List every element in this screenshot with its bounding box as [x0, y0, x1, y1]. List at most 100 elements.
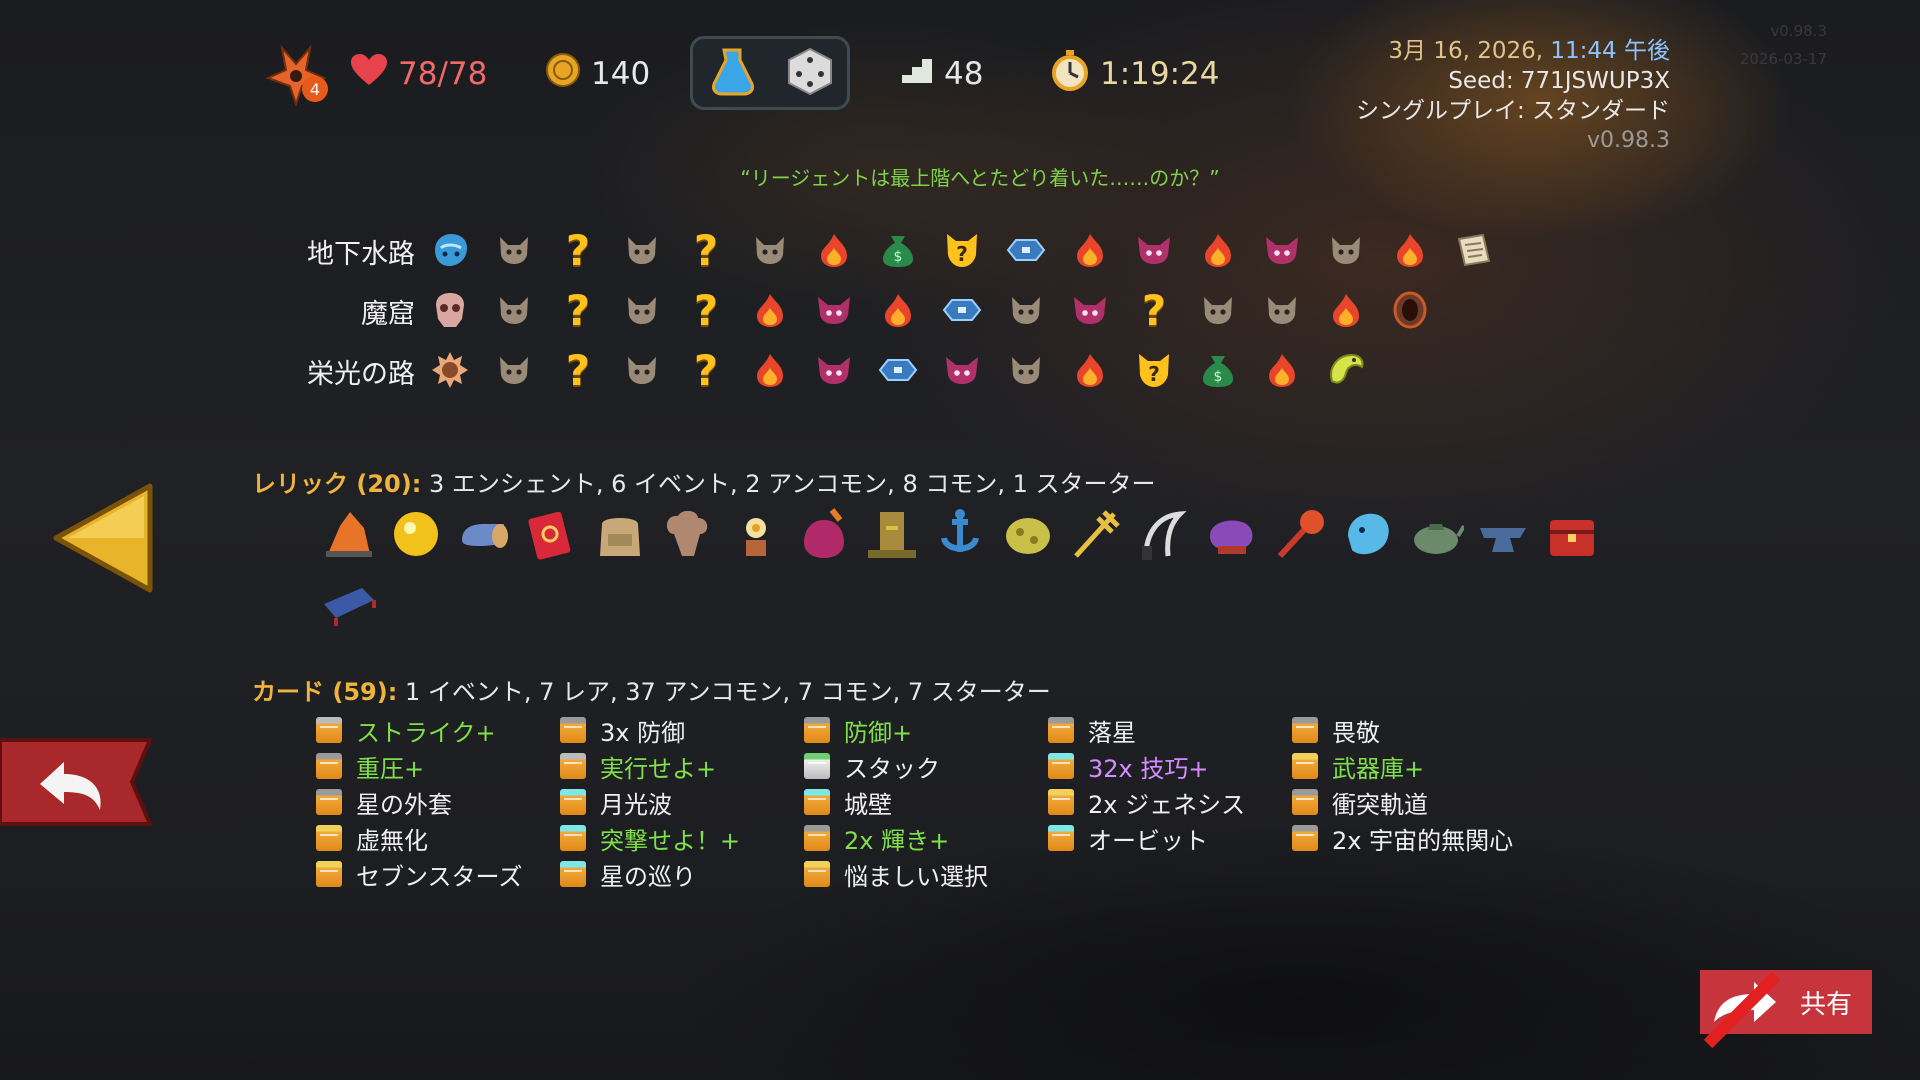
card-entry[interactable]: 2x 宇宙的無関心	[1292, 822, 1513, 855]
monster-room-icon[interactable]	[620, 288, 664, 332]
card-name: 衝突軌道	[1332, 790, 1428, 819]
share-button[interactable]: 共有	[1700, 970, 1872, 1049]
red-book-icon[interactable]	[524, 506, 580, 562]
card-entry[interactable]: セブンスターズ	[316, 858, 522, 891]
bean-icon[interactable]	[1000, 506, 1056, 562]
skull-beast-icon[interactable]	[428, 288, 472, 332]
previous-run-button[interactable]	[50, 482, 156, 598]
monster-room-icon[interactable]	[620, 228, 664, 272]
unknown-room-icon[interactable]: ?	[1132, 286, 1176, 335]
teapot-icon[interactable]	[1408, 506, 1466, 562]
card-entry[interactable]: 衝突軌道	[1292, 786, 1428, 819]
card-entry[interactable]: 突撃せよ！+	[560, 822, 741, 855]
elite-room-icon[interactable]	[812, 288, 856, 332]
scroll-jar-icon[interactable]	[456, 506, 512, 562]
card-entry[interactable]: 落星	[1048, 714, 1136, 747]
purple-pillow-icon[interactable]	[1204, 506, 1260, 562]
card-entry[interactable]: スタック	[804, 750, 940, 783]
monster-room-icon[interactable]	[1260, 288, 1304, 332]
card-entry[interactable]: 防御+	[804, 714, 912, 747]
card-entry[interactable]: 3x 防御	[560, 714, 685, 747]
card-entry[interactable]: 重圧+	[316, 750, 424, 783]
card-entry[interactable]: 星の外套	[316, 786, 452, 819]
spiked-sun-icon[interactable]	[428, 348, 472, 392]
unknown-room-icon[interactable]: ?	[556, 286, 600, 335]
monster-room-icon[interactable]	[492, 288, 536, 332]
treasure-room-icon[interactable]	[876, 348, 920, 392]
monster-room-icon[interactable]	[1196, 288, 1240, 332]
card-entry[interactable]: 32x 技巧+	[1048, 750, 1208, 783]
ghost-fish-icon[interactable]	[1340, 506, 1396, 562]
rest-room-icon[interactable]	[748, 288, 792, 332]
card-entry[interactable]: 武器庫+	[1292, 750, 1424, 783]
monster-room-icon[interactable]	[492, 228, 536, 272]
unknown-room-icon[interactable]: ?	[684, 226, 728, 275]
unknown-room-icon[interactable]: ?	[684, 346, 728, 395]
mushroom-icon[interactable]	[660, 506, 716, 562]
sickle-icon[interactable]	[1136, 506, 1192, 562]
back-button[interactable]	[0, 734, 154, 834]
rest-room-icon[interactable]	[1324, 288, 1368, 332]
rest-room-icon[interactable]	[1260, 348, 1304, 392]
card-entry[interactable]: 畏敬	[1292, 714, 1380, 747]
card-entry[interactable]: 城壁	[804, 786, 892, 819]
sea-serpent-icon[interactable]	[428, 228, 472, 272]
elite-room-icon[interactable]	[940, 348, 984, 392]
card-entry[interactable]: 2x 輝き+	[804, 822, 949, 855]
bench-icon[interactable]	[320, 574, 376, 630]
card-entry[interactable]: 実行せよ+	[560, 750, 716, 783]
mace-icon[interactable]	[1272, 506, 1328, 562]
tree-stump-icon[interactable]	[864, 506, 920, 562]
elite-room-icon[interactable]	[1132, 228, 1176, 272]
monster-room-icon[interactable]	[1004, 288, 1048, 332]
merchant-room-icon[interactable]: $	[876, 228, 920, 272]
rest-room-icon[interactable]	[812, 228, 856, 272]
card-entry[interactable]: 月光波	[560, 786, 672, 819]
rest-room-icon[interactable]	[1196, 228, 1240, 272]
card-entry[interactable]: 星の巡り	[560, 858, 696, 891]
rest-room-icon[interactable]	[1388, 228, 1432, 272]
trident-icon[interactable]	[1068, 506, 1124, 562]
elite-room-icon[interactable]	[812, 348, 856, 392]
serpent-boss-room-icon[interactable]	[1324, 348, 1368, 392]
backpack-icon[interactable]	[592, 506, 648, 562]
rest-room-icon[interactable]	[1068, 348, 1112, 392]
anvil-icon[interactable]	[1476, 506, 1532, 562]
scroll-boss-room-icon[interactable]	[1452, 228, 1496, 272]
portal-boss-room-icon[interactable]	[1388, 288, 1432, 332]
golden-orb-icon[interactable]	[388, 506, 444, 562]
card-entry[interactable]: オービット	[1048, 822, 1208, 855]
potion-bottle-icon[interactable]	[796, 506, 852, 562]
treasure-room-icon[interactable]	[940, 288, 984, 332]
event-monster-room-icon[interactable]: ?	[1132, 348, 1176, 392]
cards-summary: 1 イベント, 7 レア, 37 アンコモン, 7 コモン, 7 スターター	[404, 678, 1051, 706]
card-entry[interactable]: ストライク+	[316, 714, 496, 747]
red-chest-icon[interactable]	[1544, 506, 1600, 562]
rest-room-icon[interactable]	[748, 348, 792, 392]
monster-room-icon[interactable]	[1004, 348, 1048, 392]
elite-room-icon[interactable]	[1260, 228, 1304, 272]
potion-flask-icon[interactable]	[706, 44, 760, 102]
anchor-icon[interactable]	[932, 506, 988, 562]
card-entry[interactable]: 虚無化	[316, 822, 428, 855]
monster-room-icon[interactable]	[620, 348, 664, 392]
ember-stone-icon[interactable]	[320, 506, 376, 562]
dice-icon[interactable]	[785, 46, 835, 100]
card-entry[interactable]: 2x ジェネシス	[1048, 786, 1245, 819]
monster-room-icon[interactable]	[748, 228, 792, 272]
card-name: 突撃せよ！+	[600, 826, 741, 855]
monster-room-icon[interactable]	[1324, 228, 1368, 272]
monster-room-icon[interactable]	[492, 348, 536, 392]
unknown-room-icon[interactable]: ?	[556, 226, 600, 275]
merchant-room-icon[interactable]: $	[1196, 348, 1240, 392]
flower-pot-icon[interactable]	[728, 506, 784, 562]
card-entry[interactable]: 悩ましい選択	[804, 858, 988, 891]
event-monster-room-icon[interactable]: ?	[940, 228, 984, 272]
elite-room-icon[interactable]	[1068, 288, 1112, 332]
rest-room-icon[interactable]	[876, 288, 920, 332]
unknown-room-icon[interactable]: ?	[684, 286, 728, 335]
treasure-room-icon[interactable]	[1004, 228, 1048, 272]
run-seed: Seed: 771JSWUP3X	[1448, 68, 1670, 94]
unknown-room-icon[interactable]: ?	[556, 346, 600, 395]
rest-room-icon[interactable]	[1068, 228, 1112, 272]
